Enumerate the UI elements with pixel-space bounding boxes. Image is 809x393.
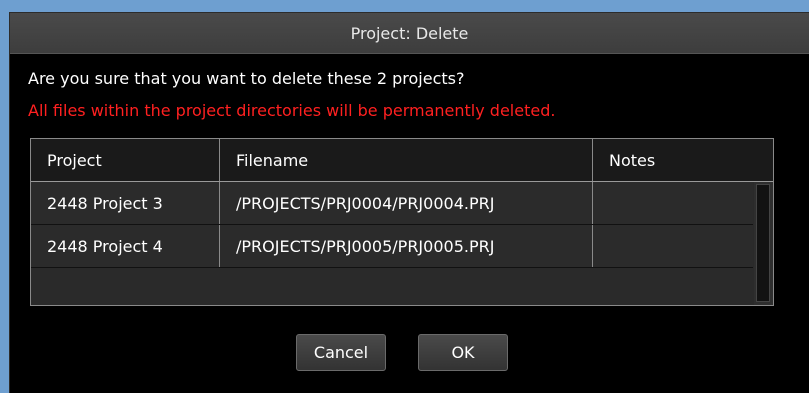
column-header-project[interactable]: Project	[31, 139, 220, 181]
dialog-title: Project: Delete	[10, 13, 809, 54]
projects-table: Project Filename Notes 2448 Project 3 /P…	[30, 138, 774, 306]
cell-project: 2448 Project 4	[31, 225, 220, 267]
cell-notes	[593, 225, 753, 267]
scrollbar-thumb[interactable]	[756, 184, 770, 302]
cell-notes	[593, 182, 753, 224]
cancel-button[interactable]: Cancel	[296, 334, 386, 371]
confirm-question: Are you sure that you want to delete the…	[28, 69, 465, 88]
column-header-filename[interactable]: Filename	[220, 139, 593, 181]
delete-warning: All files within the project directories…	[28, 101, 556, 120]
cell-filename: /PROJECTS/PRJ0005/PRJ0005.PRJ	[220, 225, 593, 267]
vertical-scrollbar[interactable]	[754, 182, 773, 305]
table-header: Project Filename Notes	[31, 139, 773, 182]
table-row[interactable]: 2448 Project 3 /PROJECTS/PRJ0004/PRJ0004…	[31, 182, 753, 225]
cell-project: 2448 Project 3	[31, 182, 220, 224]
cell-filename: /PROJECTS/PRJ0004/PRJ0004.PRJ	[220, 182, 593, 224]
table-row[interactable]: 2448 Project 4 /PROJECTS/PRJ0005/PRJ0005…	[31, 225, 753, 268]
column-header-notes[interactable]: Notes	[593, 139, 753, 181]
ok-button[interactable]: OK	[418, 334, 508, 371]
